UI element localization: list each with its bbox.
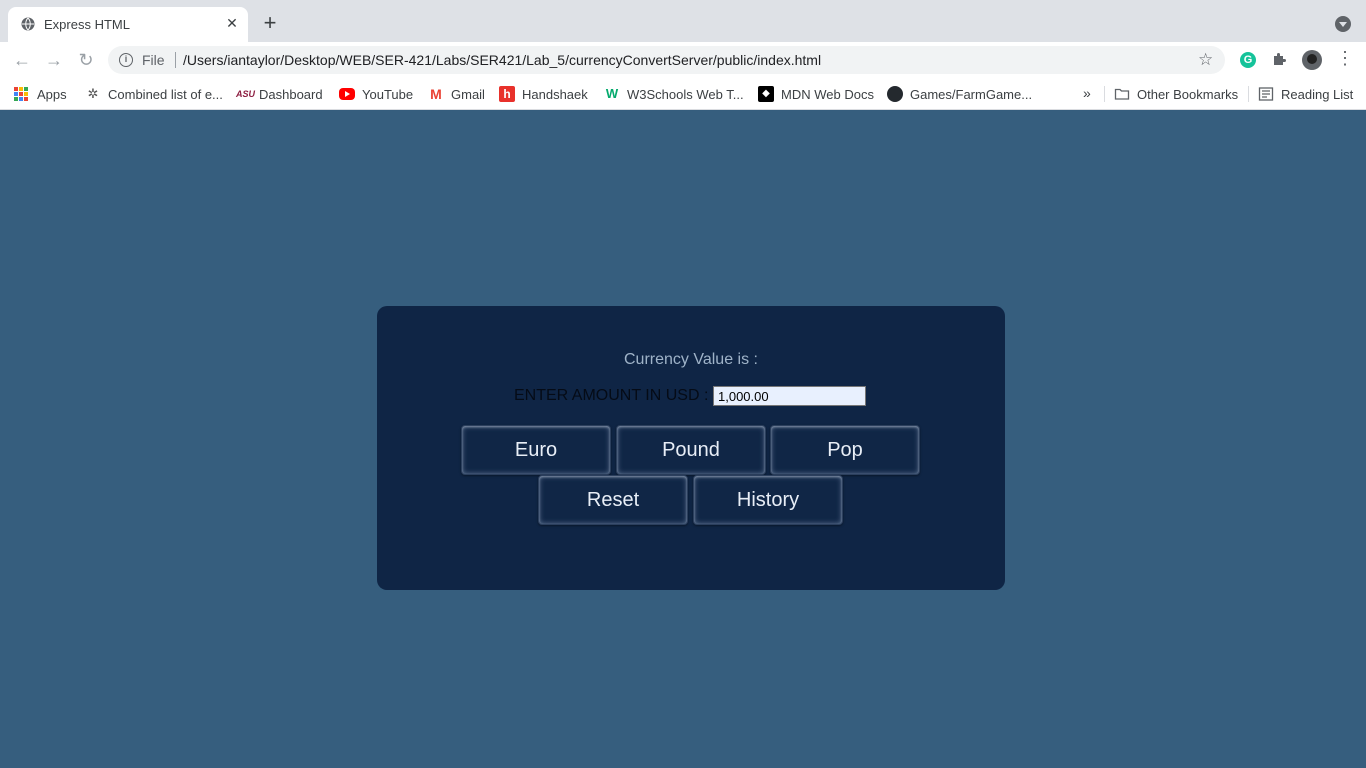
bookmarks-separator bbox=[1248, 86, 1249, 102]
close-tab-icon[interactable]: ✕ bbox=[224, 15, 240, 31]
bookmark-star-icon[interactable]: ☆ bbox=[1198, 50, 1213, 70]
bookmark-label: Dashboard bbox=[259, 86, 323, 102]
bookmark-label: MDN Web Docs bbox=[781, 86, 874, 102]
reading-list[interactable]: Reading List bbox=[1258, 85, 1353, 103]
mdn-icon: ◆ bbox=[758, 86, 774, 102]
youtube-icon bbox=[339, 88, 355, 100]
profile-avatar[interactable] bbox=[1302, 50, 1322, 70]
gmail-icon: M bbox=[428, 86, 444, 102]
asu-icon: ASU bbox=[236, 86, 255, 102]
bookmark-gmail[interactable]: M Gmail bbox=[428, 85, 485, 103]
bookmark-mdn[interactable]: ◆ MDN Web Docs bbox=[758, 85, 874, 103]
reload-icon[interactable]: ↻ bbox=[76, 50, 96, 70]
address-separator bbox=[175, 52, 176, 68]
browser-tab[interactable]: Express HTML ✕ bbox=[8, 7, 248, 42]
bookmark-youtube[interactable]: YouTube bbox=[339, 85, 413, 103]
reading-list-icon bbox=[1258, 87, 1274, 101]
bookmark-combined-list[interactable]: ✲ Combined list of e... bbox=[85, 85, 223, 103]
bookmark-w3schools[interactable]: W W3Schools Web T... bbox=[604, 85, 744, 103]
tab-search-icon[interactable] bbox=[1335, 16, 1351, 32]
grammarly-extension-icon[interactable]: G bbox=[1240, 52, 1256, 68]
info-icon[interactable]: i bbox=[119, 53, 133, 67]
browser-toolbar: ← → ↻ i File /Users/iantaylor/Desktop/WE… bbox=[0, 42, 1366, 78]
new-tab-button[interactable]: + bbox=[258, 12, 282, 36]
browser-menu-icon[interactable]: ⋮ bbox=[1336, 49, 1354, 67]
handshake-icon: h bbox=[499, 86, 515, 102]
bookmark-label: W3Schools Web T... bbox=[627, 86, 744, 102]
tab-strip: Express HTML ✕ + bbox=[0, 0, 1366, 42]
bookmark-label: Handshaek bbox=[522, 86, 588, 102]
page-content: Currency Value is : ENTER AMOUNT IN USD … bbox=[0, 111, 1366, 768]
bookmark-github[interactable]: Games/FarmGame... bbox=[887, 85, 1032, 103]
history-button[interactable]: History bbox=[693, 475, 843, 525]
bookmark-label: YouTube bbox=[362, 86, 414, 102]
folder-icon bbox=[1114, 88, 1130, 100]
currency-value-label: Currency Value is : bbox=[624, 351, 758, 368]
amount-label: ENTER AMOUNT IN USD : bbox=[514, 387, 709, 404]
address-bar[interactable]: i File /Users/iantaylor/Desktop/WEB/SER-… bbox=[108, 46, 1225, 74]
bookmark-label: Apps bbox=[37, 86, 67, 102]
extensions-puzzle-icon[interactable] bbox=[1271, 51, 1287, 67]
apps-grid-icon bbox=[14, 87, 28, 101]
pound-button[interactable]: Pound bbox=[616, 425, 766, 475]
back-icon[interactable]: ← bbox=[12, 50, 32, 70]
bookmark-label: Gmail bbox=[451, 86, 485, 102]
amount-input[interactable] bbox=[713, 386, 866, 406]
github-icon bbox=[887, 86, 903, 102]
bookmark-other-folder[interactable]: Other Bookmarks bbox=[1114, 85, 1238, 103]
bookmark-label: Other Bookmarks bbox=[1137, 86, 1239, 102]
address-url[interactable]: /Users/iantaylor/Desktop/WEB/SER-421/Lab… bbox=[183, 52, 821, 68]
forward-icon[interactable]: → bbox=[44, 50, 64, 70]
globe-icon bbox=[21, 17, 35, 31]
bookmark-handshake[interactable]: h Handshaek bbox=[499, 85, 588, 103]
bookmark-apps[interactable]: Apps bbox=[14, 85, 67, 103]
leaf-icon: ✲ bbox=[85, 86, 101, 102]
converter-panel: Currency Value is : ENTER AMOUNT IN USD … bbox=[377, 306, 1005, 590]
bookmarks-separator bbox=[1104, 86, 1105, 102]
bookmark-label: Games/FarmGame... bbox=[910, 86, 1033, 102]
reset-button[interactable]: Reset bbox=[538, 475, 688, 525]
tab-title: Express HTML bbox=[44, 17, 130, 32]
pop-button[interactable]: Pop bbox=[770, 425, 920, 475]
address-scheme: File bbox=[142, 52, 165, 68]
bookmark-label: Combined list of e... bbox=[108, 86, 223, 102]
bookmark-dashboard[interactable]: ASU Dashboard bbox=[236, 85, 323, 103]
reading-list-label: Reading List bbox=[1281, 86, 1354, 102]
euro-button[interactable]: Euro bbox=[461, 425, 611, 475]
more-bookmarks-icon[interactable]: » bbox=[1083, 85, 1091, 101]
w3schools-icon: W bbox=[604, 86, 620, 102]
bookmarks-bar: Apps ✲ Combined list of e... ASU Dashboa… bbox=[0, 78, 1366, 110]
